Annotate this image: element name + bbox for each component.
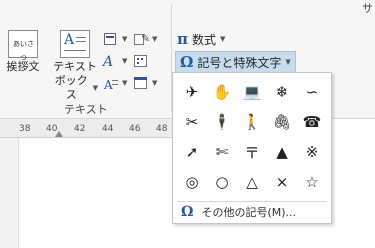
signature-line-button[interactable]: ✎ ▼ [133, 30, 157, 48]
chevron-down-icon: ▼ [152, 79, 158, 87]
reference-mark-symbol[interactable]: ※ [297, 137, 327, 167]
ruler-tick: 42 [74, 124, 86, 134]
white-circle-symbol[interactable]: ○ [207, 167, 237, 197]
wordart-icon: A [103, 54, 114, 70]
document-margin [0, 138, 19, 248]
white-star-symbol[interactable]: ☆ [297, 167, 327, 197]
pen-icon: ✎ [133, 32, 150, 46]
more-symbols-menu-item[interactable]: Ω その他の記号(M)... [181, 204, 296, 220]
symbol-dropdown: ✈ ✋ 💻 ❄ ∽ ✂ 🕴 🚶 🖇 ☎ ➚ ✄ 〒 ▲ ※ ◎ ○ △ × ☆ Ω その他の記号(M)... [172, 72, 332, 224]
hand-symbol[interactable]: ✋ [207, 77, 237, 107]
textbox-label-line1: テキスト [53, 60, 97, 73]
scissors-symbol[interactable]: ✂ [177, 107, 207, 137]
snowflake-symbol[interactable]: ❄ [267, 77, 297, 107]
dropdown-divider [177, 201, 327, 202]
paperclip-symbol[interactable]: 🖇 [267, 107, 297, 137]
ruler-tick: 38 [19, 124, 31, 134]
greeting-button[interactable]: あいさつ 挨拶文 [6, 30, 40, 74]
pi-icon: π [177, 30, 188, 48]
equation-button[interactable]: π 数式 ▼ [177, 30, 225, 48]
symbol-label: 記号と特殊文字 [197, 55, 282, 70]
textbox-icon: A [60, 30, 90, 58]
chevron-down-icon: ▼ [220, 35, 226, 43]
ruler-tick: 46 [129, 124, 141, 134]
text-group-label: テキスト [64, 103, 108, 116]
chevron-down-icon: ▼ [152, 35, 158, 43]
man-symbol[interactable]: 🕴 [207, 107, 237, 137]
telephone-symbol[interactable]: ☎ [297, 107, 327, 137]
drop-cap-button[interactable]: A ▼ [103, 74, 127, 92]
horizontal-ruler[interactable]: 38 40 42 44 46 48 [0, 119, 173, 138]
omega-icon: Ω [181, 204, 194, 220]
white-triangle-symbol[interactable]: △ [237, 167, 267, 197]
chevron-down-icon: ▼ [285, 58, 291, 66]
double-circle-symbol[interactable]: ◎ [177, 167, 207, 197]
ruler-tick: 48 [156, 124, 168, 134]
ruler-tick: 44 [102, 124, 114, 134]
equation-label: 数式 [191, 32, 216, 47]
chevron-down-icon: ▼ [122, 57, 128, 65]
omega-icon: Ω [180, 53, 194, 71]
chevron-down-icon: ▼ [122, 79, 128, 87]
chevron-down-icon: ▼ [92, 84, 98, 92]
multiplication-symbol[interactable]: × [267, 167, 297, 197]
indent-marker[interactable] [55, 131, 63, 137]
textbox-button[interactable]: A テキスト ボックス ▼ [52, 30, 98, 102]
textbox-label-line2: ボックス [54, 74, 88, 101]
woman-symbol[interactable]: 🚶 [237, 107, 267, 137]
date-time-icon [133, 54, 149, 68]
quick-parts-button[interactable]: ▼ [103, 30, 127, 48]
greeting-icon: あいさつ [8, 30, 38, 62]
quick-parts-icon [103, 32, 119, 46]
postal-mark-symbol[interactable]: 〒 [237, 137, 267, 167]
chevron-down-icon: ▼ [122, 35, 128, 43]
wordart-button[interactable]: A ▼ [103, 52, 127, 70]
more-symbols-label: その他の記号(M)... [201, 206, 297, 219]
date-time-button[interactable] [133, 52, 149, 70]
arrow-up-right-symbol[interactable]: ➚ [177, 137, 207, 167]
black-triangle-symbol[interactable]: ▲ [267, 137, 297, 167]
object-icon [133, 76, 149, 90]
greeting-icon-text: あいさつ [13, 40, 34, 62]
window-title-fragment: サ [362, 2, 373, 15]
scissors-small-symbol[interactable]: ✄ [207, 137, 237, 167]
drop-cap-icon: A [103, 76, 119, 92]
airplane-symbol[interactable]: ✈ [177, 77, 207, 107]
computer-symbol[interactable]: 💻 [237, 77, 267, 107]
symbol-button[interactable]: Ω 記号と特殊文字 ▼ [175, 51, 296, 73]
glasses-symbol[interactable]: ∽ [297, 77, 327, 107]
symbol-grid: ✈ ✋ 💻 ❄ ∽ ✂ 🕴 🚶 🖇 ☎ ➚ ✄ 〒 ▲ ※ ◎ ○ △ × ☆ [177, 77, 327, 197]
object-button[interactable]: ▼ [133, 74, 157, 92]
